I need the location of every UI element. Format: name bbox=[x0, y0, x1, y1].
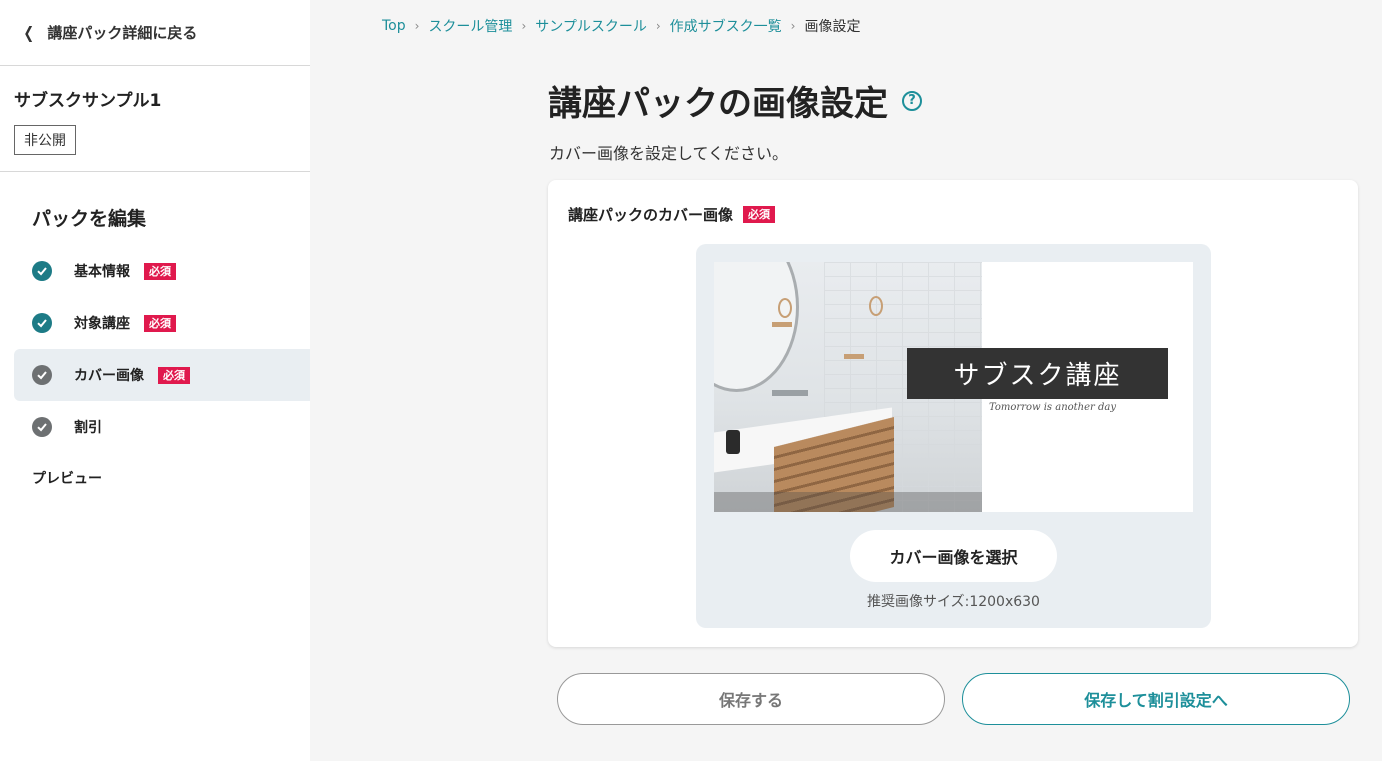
sidebar-item-discount[interactable]: 割引 bbox=[14, 401, 310, 453]
page-title: 講座パックの画像設定 bbox=[548, 84, 888, 124]
pack-info: サブスクサンプル1 非公開 bbox=[0, 66, 310, 172]
pack-name: サブスクサンプル1 bbox=[14, 91, 162, 111]
check-circle-icon bbox=[32, 261, 52, 281]
save-and-go-discount-button[interactable]: 保存して割引設定へ bbox=[962, 673, 1350, 725]
breadcrumb-separator: › bbox=[414, 19, 420, 33]
select-cover-image-button[interactable]: カバー画像を選択 bbox=[850, 530, 1057, 582]
chevron-left-icon: ❮ bbox=[23, 23, 35, 42]
back-link-label: 講座パック詳細に戻る bbox=[47, 24, 198, 42]
cover-image-preview: サブスク講座 Tomorrow is another day bbox=[714, 262, 1193, 512]
back-to-pack-details-link[interactable]: ❮ 講座パック詳細に戻る bbox=[0, 0, 310, 66]
required-badge: 必須 bbox=[743, 206, 776, 223]
save-button[interactable]: 保存する bbox=[557, 673, 945, 725]
check-circle-icon bbox=[32, 313, 52, 333]
recommended-size-note: 推奨画像サイズ:1200x630 bbox=[867, 594, 1040, 610]
edit-section-title: パックを編集 bbox=[32, 208, 147, 230]
breadcrumb-separator: › bbox=[655, 19, 661, 33]
page-title-row: 講座パックの画像設定 ? bbox=[548, 76, 922, 125]
sidebar-item-label: 基本情報 bbox=[74, 264, 130, 280]
sidebar-item-basic-info[interactable]: 基本情報 必須 bbox=[14, 245, 310, 297]
required-badge: 必須 bbox=[144, 314, 176, 332]
sidebar-item-target-courses[interactable]: 対象講座 必須 bbox=[14, 297, 310, 349]
cover-image-field-label: 講座パックのカバー画像 必須 bbox=[568, 204, 776, 225]
image-upload-area: サブスク講座 Tomorrow is another day カバー画像を選択 … bbox=[696, 244, 1211, 628]
check-circle-icon bbox=[32, 417, 52, 437]
breadcrumb-current: 画像設定 bbox=[804, 19, 861, 35]
edit-menu: 基本情報 必須 対象講座 必須 カバー画像 必須 割引 bbox=[0, 245, 310, 453]
breadcrumb-sample-school[interactable]: サンプルスクール bbox=[535, 16, 647, 36]
breadcrumb-separator: › bbox=[521, 19, 527, 33]
cover-image-card: 講座パックのカバー画像 必須 サブスク講座 Tomorrow is anothe… bbox=[548, 180, 1358, 647]
required-badge: 必須 bbox=[144, 262, 176, 280]
cover-banner-text: サブスク講座 bbox=[907, 348, 1168, 399]
sidebar-item-label: 対象講座 bbox=[74, 316, 130, 332]
status-badge: 非公開 bbox=[14, 125, 76, 155]
cover-tagline: Tomorrow is another day bbox=[989, 402, 1117, 413]
breadcrumb-school-management[interactable]: スクール管理 bbox=[428, 16, 512, 36]
sidebar-item-label: 割引 bbox=[74, 420, 102, 436]
breadcrumb-separator: › bbox=[790, 19, 796, 33]
breadcrumb: Top › スクール管理 › サンプルスクール › 作成サブスク一覧 › 画像設… bbox=[382, 16, 860, 36]
field-label-text: 講座パックのカバー画像 bbox=[568, 206, 734, 224]
question-circle-icon[interactable]: ? bbox=[902, 90, 922, 111]
required-badge: 必須 bbox=[158, 366, 190, 384]
page-description: カバー画像を設定してください。 bbox=[549, 144, 789, 163]
sidebar-item-label: カバー画像 bbox=[74, 368, 144, 384]
sidebar-item-preview[interactable]: プレビュー bbox=[0, 453, 310, 503]
sidebar: ❮ 講座パック詳細に戻る サブスクサンプル1 非公開 パックを編集 基本情報 必… bbox=[0, 0, 310, 761]
sidebar-item-cover-image[interactable]: カバー画像 必須 bbox=[14, 349, 310, 401]
breadcrumb-top[interactable]: Top bbox=[382, 18, 406, 34]
check-circle-icon bbox=[32, 365, 52, 385]
breadcrumb-subscription-list[interactable]: 作成サブスク一覧 bbox=[670, 16, 782, 36]
